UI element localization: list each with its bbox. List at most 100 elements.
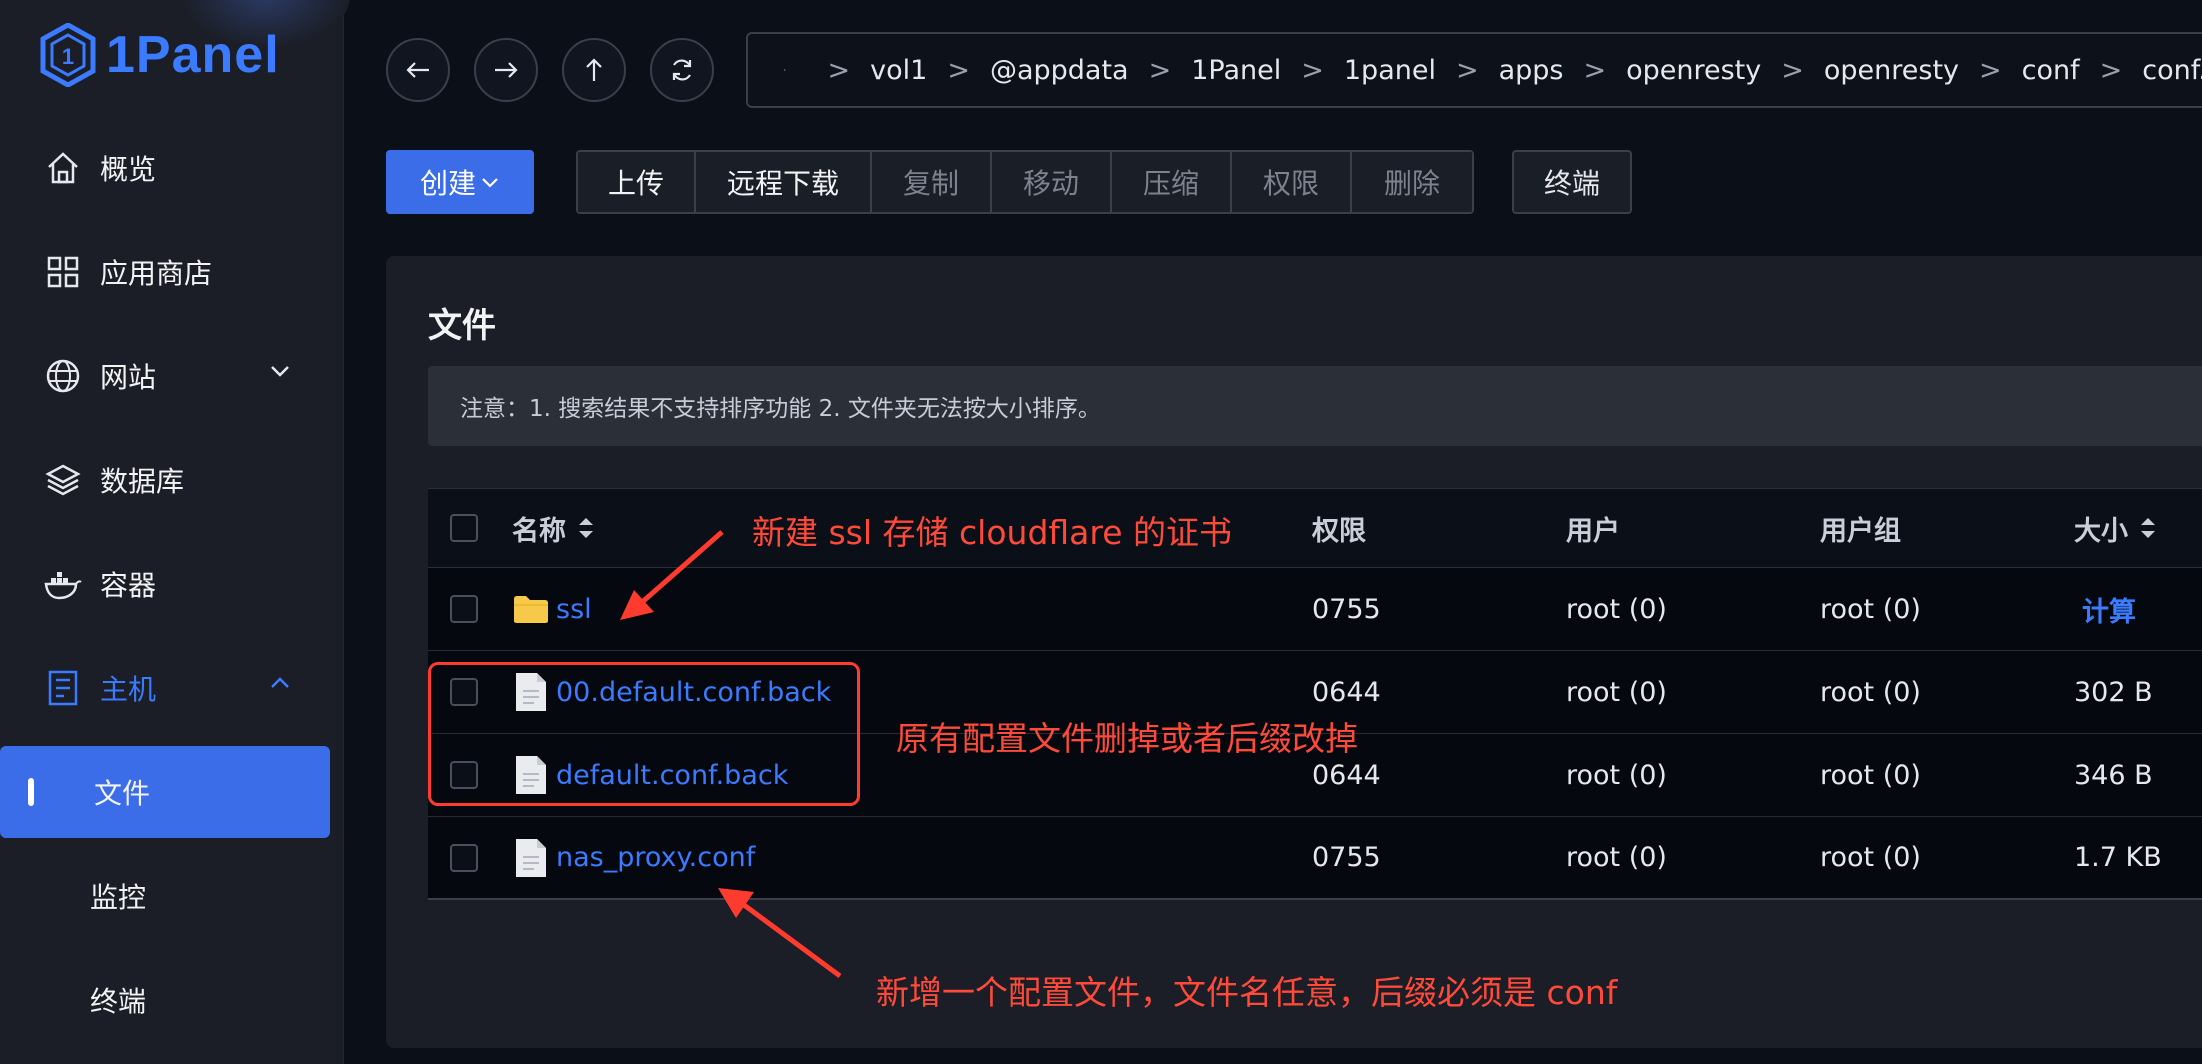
user-cell: root (0) xyxy=(1566,676,1667,708)
notice-banner: 注意：1. 搜索结果不支持排序功能 2. 文件夹无法按大小排序。 xyxy=(428,366,2202,446)
select-all-checkbox[interactable] xyxy=(450,514,478,542)
permission-cell[interactable]: 0755 xyxy=(1312,594,1381,625)
group-cell: root (0) xyxy=(1820,593,1921,625)
group-cell: root (0) xyxy=(1820,759,1921,791)
sidebar-subitem-label: 文件 xyxy=(94,777,151,810)
up-button[interactable] xyxy=(562,38,626,102)
size-cell: 1.7 KB xyxy=(2074,842,2162,873)
sidebar-nav: 概览 应用商店 网站 数据库 容器 主机 文件 监控 终端 xyxy=(0,116,344,1052)
permission-cell[interactable]: 0644 xyxy=(1312,760,1381,791)
home-icon xyxy=(44,149,82,187)
file-name-link[interactable]: ssl xyxy=(556,594,592,625)
sidebar: 1 1Panel 概览 应用商店 网站 数据库 容器 主机 文件 监控 终端 xyxy=(0,0,350,1064)
home-icon[interactable] xyxy=(784,55,786,85)
arrow-left-icon xyxy=(406,62,429,78)
page-title: 文件 xyxy=(428,306,496,346)
breadcrumb: > vol1 > @appdata > 1Panel > 1panel > ap… xyxy=(746,32,2202,108)
back-button[interactable] xyxy=(386,38,450,102)
folder-icon xyxy=(514,596,548,623)
annotation-add-text: 新增一个配置文件，文件名任意，后缀必须是 conf xyxy=(876,973,1618,1012)
copy-button[interactable]: 复制 xyxy=(872,152,992,212)
sidebar-item-host[interactable]: 主机 xyxy=(0,636,344,740)
sidebar-item-label: 网站 xyxy=(100,361,157,394)
column-header-size[interactable]: 大小 xyxy=(2074,509,2158,548)
layers-icon xyxy=(44,461,82,499)
breadcrumb-item[interactable]: conf xyxy=(2022,55,2080,86)
file-icon xyxy=(516,838,546,877)
file-name-cell: ssl xyxy=(512,593,592,625)
user-cell: root (0) xyxy=(1566,593,1667,625)
selected-indicator xyxy=(28,778,34,806)
server-icon xyxy=(44,669,82,707)
delete-button[interactable]: 删除 xyxy=(1352,152,1472,212)
breadcrumb-separator: > xyxy=(1148,54,1172,86)
column-header-label: 名称 xyxy=(512,515,566,547)
group-cell: root (0) xyxy=(1820,842,1921,873)
sidebar-item-database[interactable]: 数据库 xyxy=(0,428,344,532)
annotation-arrow-icon xyxy=(620,530,724,620)
breadcrumb-item[interactable]: 1Panel xyxy=(1191,55,1281,86)
remote-download-button[interactable]: 远程下载 xyxy=(696,152,872,212)
sidebar-item-label: 概览 xyxy=(100,153,157,186)
sidebar-subitem-terminal[interactable]: 终端 xyxy=(0,948,344,1052)
sidebar-item-label: 主机 xyxy=(100,673,157,706)
table-row[interactable]: nas_proxy.conf 0755 root (0) root (0) 1.… xyxy=(428,817,2202,900)
arrow-up-icon xyxy=(586,58,602,81)
permission-cell[interactable]: 0644 xyxy=(1312,677,1381,708)
sidebar-subitem-files[interactable]: 文件 xyxy=(0,746,330,838)
sort-icon xyxy=(579,518,593,538)
column-header-group: 用户组 xyxy=(1820,515,1901,547)
breadcrumb-separator: > xyxy=(2099,54,2123,86)
forward-button[interactable] xyxy=(474,38,538,102)
row-checkbox[interactable] xyxy=(450,843,478,872)
size-cell: 346 B xyxy=(2074,759,2153,791)
refresh-button[interactable] xyxy=(650,38,714,102)
arrow-right-icon xyxy=(495,62,518,78)
column-header-permission: 权限 xyxy=(1312,515,1366,547)
breadcrumb-item[interactable]: apps xyxy=(1499,55,1564,86)
terminal-button[interactable]: 终端 xyxy=(1512,150,1632,214)
breadcrumb-item[interactable]: @appdata xyxy=(990,55,1129,86)
column-header-user: 用户 xyxy=(1566,515,1620,547)
create-button[interactable]: 创建 xyxy=(386,150,534,214)
sidebar-item-app-store[interactable]: 应用商店 xyxy=(0,220,344,324)
file-name-link[interactable]: nas_proxy.conf xyxy=(556,842,755,873)
row-checkbox[interactable] xyxy=(450,595,478,623)
create-button-label: 创建 xyxy=(419,167,476,200)
breadcrumb-separator: > xyxy=(1455,54,1479,86)
docker-icon xyxy=(44,565,82,603)
sidebar-item-container[interactable]: 容器 xyxy=(0,532,344,636)
group-cell: root (0) xyxy=(1820,676,1921,708)
file-name-cell: nas_proxy.conf xyxy=(512,837,755,879)
breadcrumb-item[interactable]: 1panel xyxy=(1344,55,1436,86)
sidebar-item-overview[interactable]: 概览 xyxy=(0,116,344,220)
compress-button[interactable]: 压缩 xyxy=(1112,152,1232,212)
sidebar-item-website[interactable]: 网站 xyxy=(0,324,344,428)
notice-text: 注意：1. 搜索结果不支持排序功能 2. 文件夹无法按大小排序。 xyxy=(460,396,1101,422)
sort-icon xyxy=(2141,518,2155,538)
breadcrumb-separator: > xyxy=(1301,54,1324,86)
breadcrumb-item[interactable]: vol1 xyxy=(870,55,927,86)
sidebar-subitem-monitor[interactable]: 监控 xyxy=(0,844,344,948)
column-header-name[interactable]: 名称 xyxy=(512,509,596,548)
breadcrumb-item[interactable]: conf.d xyxy=(2142,55,2202,86)
breadcrumb-item[interactable]: openresty xyxy=(1824,55,1959,86)
move-button[interactable]: 移动 xyxy=(992,152,1112,212)
breadcrumb-item[interactable]: openresty xyxy=(1626,55,1761,86)
logo-hex-icon: 1 xyxy=(40,23,96,87)
logo-text: 1Panel xyxy=(106,26,280,84)
user-cell: root (0) xyxy=(1566,759,1667,791)
sidebar-subitem-label: 终端 xyxy=(90,985,147,1018)
breadcrumb-separator: > xyxy=(1781,54,1804,86)
refresh-icon xyxy=(672,59,692,81)
sidebar-item-label: 数据库 xyxy=(100,465,185,498)
permission-cell[interactable]: 0755 xyxy=(1312,842,1381,873)
permission-button[interactable]: 权限 xyxy=(1232,152,1352,212)
size-cell: 302 B xyxy=(2074,676,2153,708)
sidebar-subitem-label: 监控 xyxy=(90,881,147,914)
upload-button[interactable]: 上传 xyxy=(578,152,696,212)
calculate-size-link[interactable]: 计算 xyxy=(2082,590,2136,629)
app-logo[interactable]: 1 1Panel xyxy=(40,10,360,100)
annotation-arrow-icon xyxy=(718,888,842,979)
column-header-label: 大小 xyxy=(2074,515,2128,547)
